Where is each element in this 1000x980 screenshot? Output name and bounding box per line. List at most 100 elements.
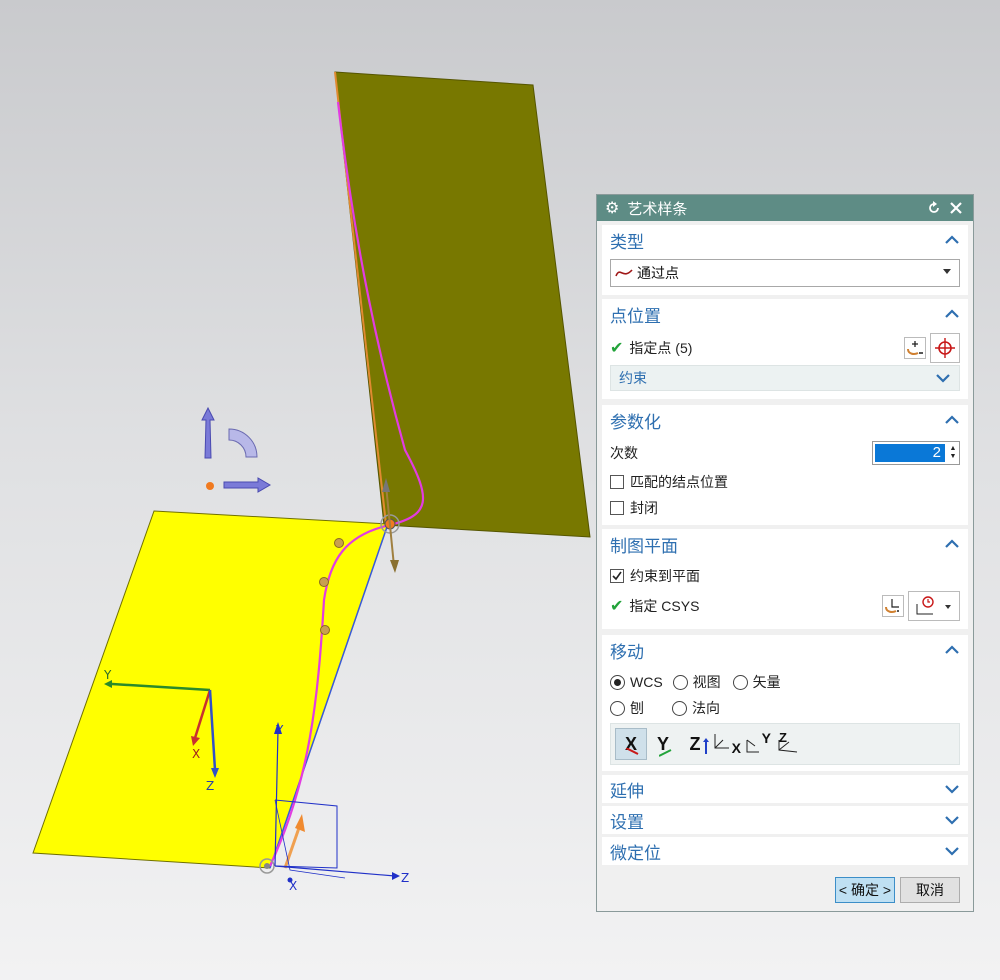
checkmark-icon: ✔ [610, 340, 624, 357]
csys-y-label: Y [275, 723, 284, 737]
chevron-down-icon[interactable] [944, 843, 960, 859]
closed-row[interactable]: 封闭 [610, 497, 960, 519]
move-section: 移动 WCS 视图 矢量 刨 法向 X Y Z X Y Z [602, 635, 968, 771]
extend-header[interactable]: 延伸 [602, 775, 968, 803]
start-point-dot [264, 863, 270, 869]
csys-z-label: Z [401, 871, 409, 885]
radio-wcs[interactable] [610, 674, 625, 690]
point-position-label: 点位置 [610, 306, 661, 326]
axis-toolbar: X Y Z X Y Z [610, 723, 960, 765]
csys-icon [916, 596, 934, 615]
radio-plane-label[interactable]: 刨 [630, 698, 644, 718]
point-handle-arrow [390, 560, 399, 573]
axis-y-button[interactable]: Y [647, 728, 679, 760]
csys-dialog-icon[interactable] [882, 595, 904, 617]
chevron-down-icon[interactable] [944, 781, 960, 797]
constrain-to-plane-label: 约束到平面 [630, 568, 700, 584]
reset-icon[interactable] [925, 199, 943, 217]
spline-pole[interactable] [319, 577, 329, 587]
parameterization-label: 参数化 [610, 412, 661, 432]
dialog-title: 艺术样条 [627, 200, 688, 218]
closed-checkbox[interactable] [610, 501, 624, 515]
chevron-down-icon[interactable] [944, 812, 960, 828]
rotate-z-button[interactable]: Z [775, 728, 807, 760]
rotate-x-button[interactable]: X [711, 728, 743, 760]
constrain-to-plane-checkbox[interactable] [610, 569, 624, 583]
type-section-header[interactable]: 类型 [602, 225, 968, 255]
parameterization-header[interactable]: 参数化 [602, 405, 968, 435]
specify-point-label: 指定点 (5) [629, 340, 693, 356]
axis-z-button[interactable]: Z [679, 728, 711, 760]
radio-plane[interactable] [610, 700, 625, 716]
dialog-titlebar[interactable]: ⚙ 艺术样条 [597, 195, 973, 221]
axis-x-button[interactable]: X [615, 728, 647, 760]
move-options-row2: 刨 法向 [610, 697, 960, 719]
fine-positioning-header[interactable]: 微定位 [602, 837, 968, 865]
spin-up-icon[interactable]: ▲ [950, 445, 957, 453]
start-tangent-arrow [295, 814, 305, 832]
cancel-button[interactable]: 取消 [900, 877, 960, 903]
fine-positioning-label: 微定位 [610, 843, 661, 863]
spin-down-icon[interactable]: ▼ [950, 453, 957, 461]
chevron-down-icon[interactable] [935, 370, 951, 386]
degree-row: 次数 2 ▲ ▼ [610, 441, 960, 465]
radio-view-label[interactable]: 视图 [693, 672, 721, 692]
settings-section: 设置 [602, 806, 968, 834]
radio-vector-label[interactable]: 矢量 [753, 672, 781, 692]
radio-wcs-label[interactable]: WCS [630, 674, 663, 690]
constraints-label: 约束 [619, 370, 647, 386]
wcs-x-label: X [192, 747, 200, 761]
close-icon[interactable] [947, 199, 965, 217]
chevron-up-icon[interactable] [944, 306, 960, 322]
match-knots-checkbox[interactable] [610, 475, 624, 489]
csys-x-label: X [289, 879, 297, 893]
csys-dropdown[interactable] [908, 591, 960, 621]
chevron-up-icon[interactable] [944, 232, 960, 248]
specify-point-row[interactable]: ✔ 指定点 (5) [610, 333, 960, 363]
match-knots-row[interactable]: 匹配的结点位置 [610, 471, 960, 493]
point-snap-icon[interactable] [930, 333, 960, 363]
checkmark-icon: ✔ [610, 598, 624, 615]
degree-label: 次数 [610, 445, 638, 461]
studio-spline-dialog: ⚙ 艺术样条 类型 通过点 点位置 ✔ 指定点 (5) 约束 参数化 次数 2 … [596, 194, 974, 912]
drawing-plane-section: 制图平面 约束到平面 ✔ 指定 CSYS [602, 529, 968, 629]
point-position-header[interactable]: 点位置 [602, 299, 968, 329]
settings-header[interactable]: 设置 [602, 806, 968, 834]
wcs-y-label: Y [103, 668, 112, 682]
type-section-label: 类型 [610, 232, 644, 252]
type-section: 类型 通过点 [602, 225, 968, 295]
extend-label: 延伸 [610, 781, 644, 801]
move-label: 移动 [610, 642, 644, 662]
fine-positioning-section: 微定位 [602, 837, 968, 865]
radio-vector[interactable] [732, 674, 748, 690]
type-dropdown[interactable]: 通过点 [610, 259, 960, 287]
point-dialog-icon[interactable] [904, 337, 926, 359]
specify-csys-label: 指定 CSYS [629, 598, 700, 614]
constrain-to-plane-row[interactable]: 约束到平面 [610, 565, 960, 587]
vertical-plane[interactable] [334, 71, 591, 538]
degree-spinner[interactable]: 2 ▲ ▼ [872, 441, 960, 465]
specify-csys-row[interactable]: ✔ 指定 CSYS [610, 591, 960, 621]
constraints-subgroup[interactable]: 约束 [610, 365, 960, 391]
move-options-row1: WCS 视图 矢量 [610, 671, 960, 693]
start-tangent-handle[interactable] [283, 824, 302, 869]
settings-label: 设置 [610, 812, 644, 832]
drawing-plane-label: 制图平面 [610, 536, 678, 556]
radio-view[interactable] [672, 674, 688, 690]
dropdown-arrow-icon [945, 605, 951, 609]
drawing-plane-header[interactable]: 制图平面 [602, 529, 968, 559]
degree-value[interactable]: 2 [875, 444, 945, 462]
view-manipulator[interactable] [201, 406, 271, 493]
radio-normal[interactable] [672, 700, 687, 716]
chevron-up-icon[interactable] [944, 536, 960, 552]
spline-pole[interactable] [334, 538, 344, 548]
chevron-up-icon[interactable] [944, 412, 960, 428]
rotate-y-button[interactable]: Y [743, 728, 775, 760]
radio-normal-label[interactable]: 法向 [692, 698, 720, 718]
spline-pole[interactable] [320, 625, 330, 635]
dropdown-arrow-icon [943, 269, 951, 274]
move-header[interactable]: 移动 [602, 635, 968, 665]
gear-icon[interactable]: ⚙ [605, 198, 619, 218]
ok-button[interactable]: < 确定 > [835, 877, 895, 903]
chevron-up-icon[interactable] [944, 642, 960, 658]
